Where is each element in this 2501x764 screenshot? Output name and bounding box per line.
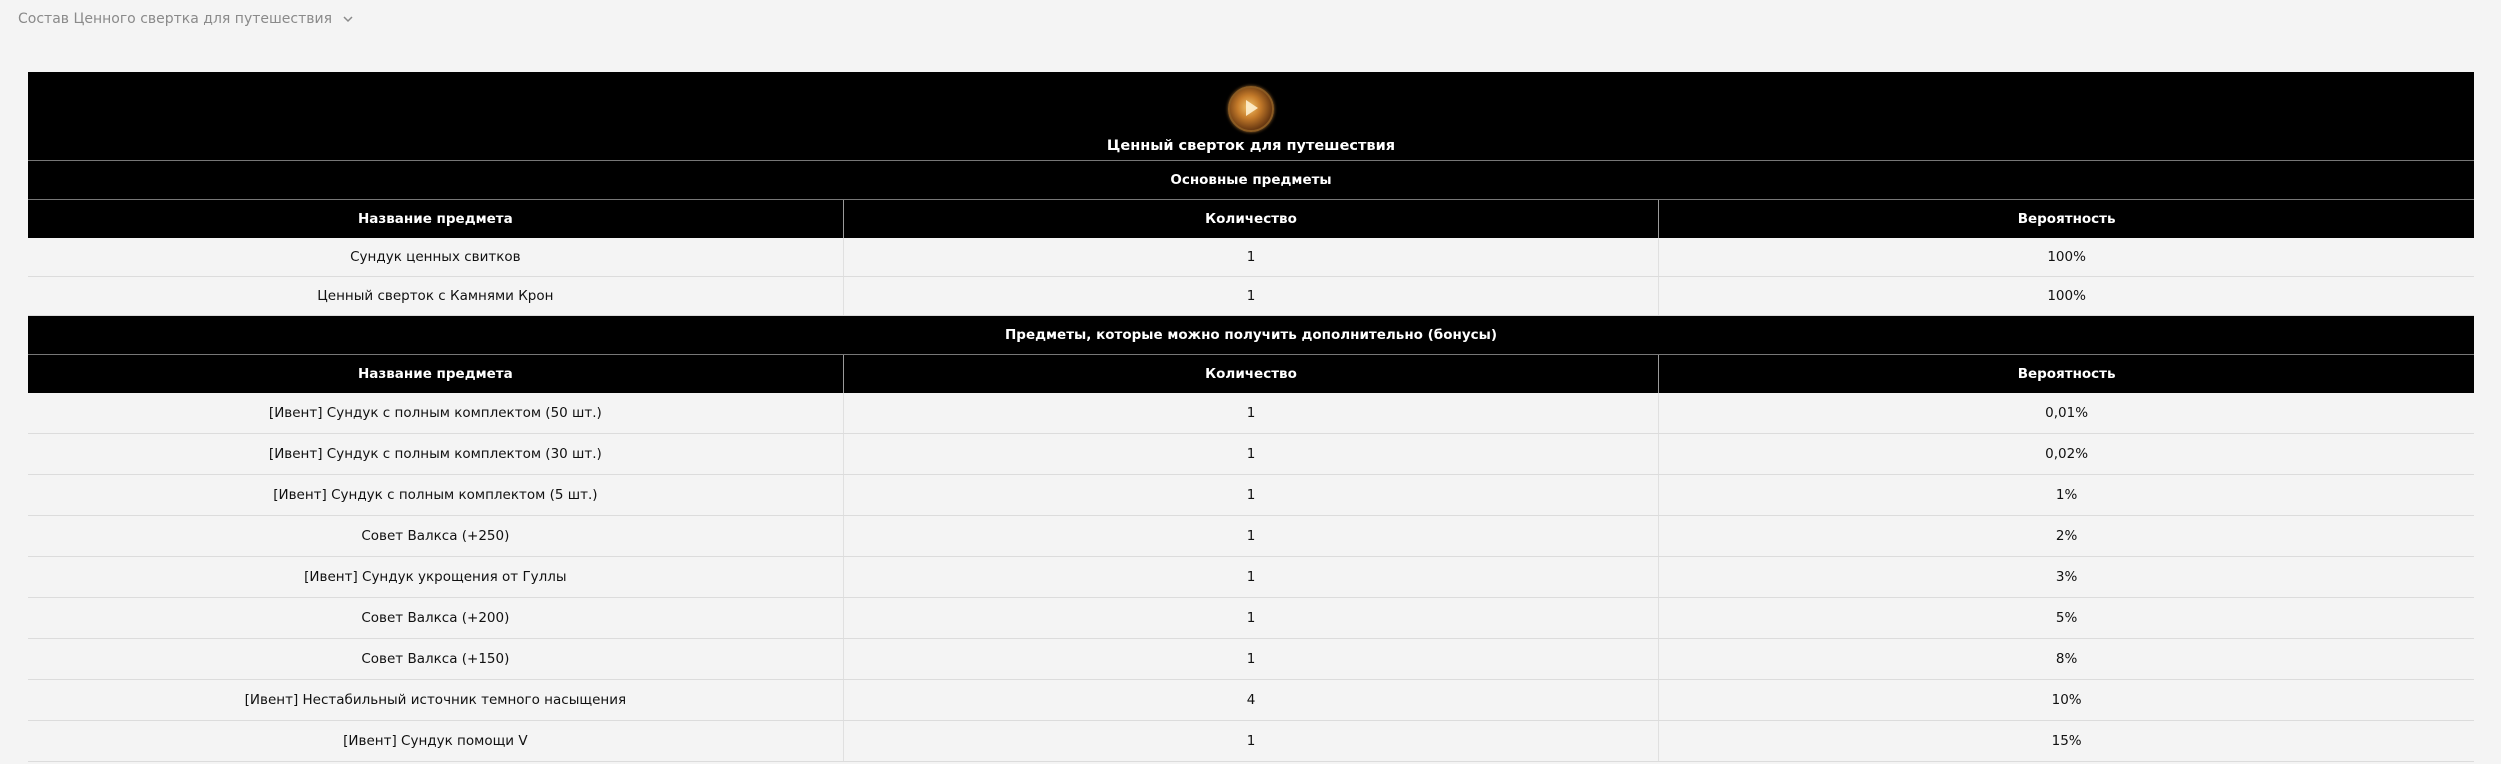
item-name-cell: Совет Валкса (+250) [28, 515, 844, 557]
quantity-cell: 1 [843, 276, 1660, 316]
column-header: Название предмета [28, 199, 844, 238]
quantity-cell: 1 [843, 433, 1660, 475]
item-name-cell: [Ивент] Сундук помощи V [28, 720, 844, 762]
section-header: Основные предметы [28, 160, 2474, 200]
quantity-cell: 1 [843, 556, 1660, 598]
chevron-down-icon[interactable] [342, 13, 354, 25]
column-header: Вероятность [1658, 199, 2474, 238]
quantity-cell: 1 [843, 238, 1660, 277]
collapse-header[interactable]: Состав Ценного свертка для путешествия [18, 8, 354, 30]
column-header: Количество [843, 199, 1660, 238]
probability-cell: 3% [1658, 556, 2474, 598]
probability-cell: 15% [1658, 720, 2474, 762]
column-header: Вероятность [1658, 354, 2474, 393]
quantity-cell: 1 [843, 474, 1660, 516]
probability-cell: 100% [1658, 276, 2474, 316]
table-row: Совет Валкса (+200) 1 5% [28, 597, 2474, 639]
table-row: [Ивент] Нестабильный источник темного на… [28, 679, 2474, 721]
item-emblem-icon [1228, 86, 1274, 132]
quantity-cell: 1 [843, 393, 1660, 434]
items-table: Ценный сверток для путешествия Основные … [28, 72, 2474, 762]
item-name-cell: Сундук ценных свитков [28, 238, 844, 277]
quantity-cell: 1 [843, 597, 1660, 639]
item-name-cell: Совет Валкса (+200) [28, 597, 844, 639]
table-row: [Ивент] Сундук помощи V 1 15% [28, 720, 2474, 762]
probability-cell: 2% [1658, 515, 2474, 557]
item-name-cell: [Ивент] Сундук с полным комплектом (50 ш… [28, 393, 844, 434]
item-name-cell: [Ивент] Сундук укрощения от Гуллы [28, 556, 844, 598]
item-name-cell: Ценный сверток с Камнями Крон [28, 276, 844, 316]
table-row: [Ивент] Сундук с полным комплектом (30 ш… [28, 433, 2474, 475]
probability-cell: 100% [1658, 238, 2474, 277]
probability-cell: 8% [1658, 638, 2474, 680]
section-header: Предметы, которые можно получить дополни… [28, 315, 2474, 355]
probability-cell: 0,02% [1658, 433, 2474, 475]
table-row: Совет Валкса (+250) 1 2% [28, 515, 2474, 557]
table-row: Ценный сверток с Камнями Крон 1 100% [28, 276, 2474, 316]
quantity-cell: 1 [843, 720, 1660, 762]
table-row: [Ивент] Сундук с полным комплектом (50 ш… [28, 393, 2474, 434]
quantity-cell: 1 [843, 638, 1660, 680]
quantity-cell: 1 [843, 515, 1660, 557]
table-title: Ценный сверток для путешествия [1106, 138, 1396, 154]
quantity-cell: 4 [843, 679, 1660, 721]
table-row: Сундук ценных свитков 1 100% [28, 238, 2474, 277]
probability-cell: 1% [1658, 474, 2474, 516]
item-name-cell: [Ивент] Нестабильный источник темного на… [28, 679, 844, 721]
probability-cell: 5% [1658, 597, 2474, 639]
column-header: Количество [843, 354, 1660, 393]
item-name-cell: [Ивент] Сундук с полным комплектом (5 шт… [28, 474, 844, 516]
item-name-cell: [Ивент] Сундук с полным комплектом (30 ш… [28, 433, 844, 475]
column-header: Название предмета [28, 354, 844, 393]
item-name-cell: Совет Валкса (+150) [28, 638, 844, 680]
collapse-header-title: Состав Ценного свертка для путешествия [18, 11, 333, 27]
table-header: Ценный сверток для путешествия [28, 72, 2474, 161]
table-row: [Ивент] Сундук с полным комплектом (5 шт… [28, 474, 2474, 516]
table-row: Совет Валкса (+150) 1 8% [28, 638, 2474, 680]
probability-cell: 10% [1658, 679, 2474, 721]
probability-cell: 0,01% [1658, 393, 2474, 434]
table-row: [Ивент] Сундук укрощения от Гуллы 1 3% [28, 556, 2474, 598]
